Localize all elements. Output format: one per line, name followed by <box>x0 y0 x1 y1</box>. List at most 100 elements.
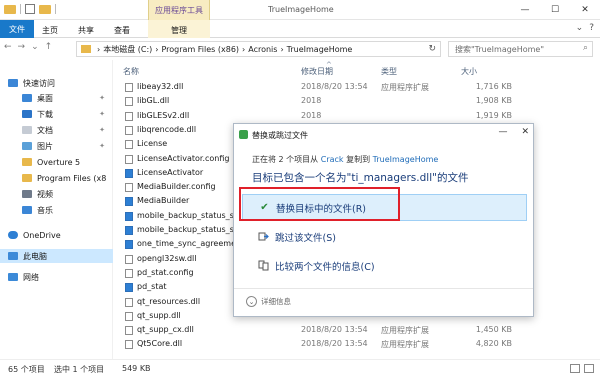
nav-item-network[interactable]: 网络 <box>0 270 113 284</box>
chevron-right-icon: › <box>280 44 284 54</box>
address-bar[interactable]: › 本地磁盘 (C:) › Program Files (x86) › Acro… <box>76 41 441 57</box>
tab-view[interactable]: 查看 <box>108 22 136 38</box>
up-icon[interactable]: ↑ <box>45 42 53 52</box>
dialog-window-controls: — ✕ <box>498 127 529 137</box>
breadcrumb-item[interactable]: 本地磁盘 (C:) <box>103 44 152 55</box>
column-header-name[interactable]: 名称 <box>123 66 139 77</box>
status-bar: 65 个项目 选中 1 个项目 549 KB <box>0 359 600 377</box>
large-icons-view-icon[interactable] <box>584 364 594 373</box>
pin-icon: ✦ <box>99 110 105 118</box>
file-date: 2018 <box>301 96 322 106</box>
nav-item-onedrive[interactable]: OneDrive <box>0 228 113 242</box>
skip-icon <box>258 231 269 242</box>
file-name: LicenseActivator.config <box>137 153 230 163</box>
search-input[interactable]: 搜索"TrueImageHome" ⌕ <box>448 41 593 57</box>
file-date: 2018/8/20 13:54 <box>301 82 368 91</box>
skip-option[interactable]: 跳过该文件(S) <box>242 223 527 250</box>
column-header-type[interactable]: 类型 <box>381 66 397 77</box>
file-name: qt_resources.dll <box>137 296 201 306</box>
chevron-right-icon: › <box>242 44 246 54</box>
file-name: qt_supp_cx.dll <box>137 325 194 335</box>
new-folder-icon[interactable] <box>39 4 51 14</box>
minimize-button[interactable]: — <box>510 0 540 20</box>
nav-item-overture[interactable]: Overture 5 <box>0 155 113 169</box>
close-button[interactable]: ✕ <box>521 127 529 137</box>
details-view-icon[interactable] <box>570 364 580 373</box>
tab-home[interactable]: 主页 <box>36 22 64 38</box>
minimize-button[interactable]: — <box>498 127 507 137</box>
nav-item-videos[interactable]: 视频 <box>0 187 113 201</box>
nav-item-program-files[interactable]: Program Files (x8 <box>0 171 113 185</box>
breadcrumb-item[interactable]: Program Files (x86) <box>161 45 239 54</box>
nav-item-label: 视频 <box>37 189 53 199</box>
source-folder-link[interactable]: Crack <box>321 155 344 164</box>
dialog-subtitle: 正在将 2 个项目从 Crack 复制到 TrueImageHome <box>252 154 438 165</box>
file-size: 1,716 KB <box>475 82 512 91</box>
chevron-down-icon[interactable]: ⌄ <box>31 42 39 52</box>
compare-icon <box>258 260 269 271</box>
table-row[interactable]: libGLESv2.dll 2018 1,919 KB <box>117 109 600 123</box>
file-icon <box>125 326 133 336</box>
tab-file[interactable]: 文件 <box>0 20 34 38</box>
dialog-heading: 目标已包含一个名为"ti_managers.dll"的文件 <box>252 172 469 184</box>
more-details-toggle[interactable]: ⌄ 详细信息 <box>246 296 291 307</box>
file-type: 应用程序扩展 <box>381 340 429 350</box>
title-bar: 应用程序工具 TrueImageHome — ☐ ✕ <box>0 0 600 20</box>
help-icon[interactable]: ? <box>589 23 594 33</box>
refresh-icon[interactable]: ↻ <box>428 44 436 54</box>
destination-folder-link[interactable]: TrueImageHome <box>373 155 439 164</box>
separator <box>55 4 56 14</box>
file-icon <box>125 340 133 350</box>
chevron-down-icon[interactable]: ⌄ <box>576 23 584 33</box>
tab-manage[interactable]: 管理 <box>165 22 193 38</box>
breadcrumb-item[interactable]: Acronis <box>248 45 277 54</box>
table-row[interactable]: libeay32.dll 2018/8/20 13:54 应用程序扩展 1,716 K… <box>117 80 600 94</box>
back-icon[interactable]: ← <box>4 42 12 52</box>
file-icon <box>125 283 133 293</box>
table-row[interactable]: qt_supp_cx.dll 2018/8/20 13:54 应用程序扩展 1,450… <box>117 323 600 337</box>
file-name: LicenseActivator <box>137 167 204 177</box>
document-icon <box>22 126 32 134</box>
dialog-title: 替换或跳过文件 <box>252 131 308 140</box>
file-name: mobile_backup_status_se <box>137 225 239 234</box>
table-row[interactable]: libGL.dll 2018 1,908 KB <box>117 94 600 108</box>
nav-item-label: 音乐 <box>37 205 53 215</box>
nav-item-music[interactable]: 音乐 <box>0 203 113 217</box>
breadcrumb-item[interactable]: TrueImageHome <box>287 45 353 54</box>
column-header-size[interactable]: 大小 <box>461 66 477 77</box>
search-icon: ⌕ <box>582 43 588 53</box>
table-row[interactable]: Qt5Core.dll 2018/8/20 13:54 应用程序扩展 4,820 KB <box>117 337 600 351</box>
dialog-separator <box>234 288 533 289</box>
file-icon <box>125 168 133 178</box>
file-date: 2018/8/20 13:54 <box>301 339 368 349</box>
maximize-button[interactable]: ☐ <box>540 0 570 20</box>
properties-icon[interactable] <box>25 4 35 14</box>
file-icon <box>125 140 133 150</box>
file-name: libeay32.dll <box>137 82 184 91</box>
file-name: libGL.dll <box>137 96 170 106</box>
nav-item-label: OneDrive <box>23 230 61 240</box>
nav-item-desktop[interactable]: 桌面 ✦ <box>0 91 113 105</box>
nav-item-label: 文档 <box>37 125 53 135</box>
close-button[interactable]: ✕ <box>570 0 600 20</box>
file-icon <box>125 254 133 264</box>
view-switcher <box>570 364 594 373</box>
subtitle-prefix: 正在将 2 个项目从 <box>252 155 319 164</box>
compare-option[interactable]: 比较两个文件的信息(C) <box>242 252 527 279</box>
file-name: libGLESv2.dll <box>137 110 190 120</box>
tab-share[interactable]: 共享 <box>72 22 100 38</box>
file-icon <box>125 154 133 164</box>
nav-item-documents[interactable]: 文档 ✦ <box>0 123 113 137</box>
file-size: 4,820 KB <box>475 339 512 349</box>
nav-item-downloads[interactable]: 下载 ✦ <box>0 107 113 121</box>
nav-item-quick-access[interactable]: 快速访问 <box>0 76 113 90</box>
nav-item-this-pc[interactable]: 此电脑 <box>0 249 113 263</box>
file-type: 应用程序扩展 <box>381 326 429 336</box>
forward-icon[interactable]: → <box>18 42 26 52</box>
file-date: 2018 <box>301 110 322 120</box>
option-label: 跳过该文件(S) <box>275 232 336 244</box>
file-icon <box>125 197 133 207</box>
column-header-date[interactable]: 修改日期 <box>301 66 333 77</box>
nav-item-pictures[interactable]: 图片 ✦ <box>0 139 113 153</box>
app-tools-tab-header: 应用程序工具 <box>148 0 210 20</box>
